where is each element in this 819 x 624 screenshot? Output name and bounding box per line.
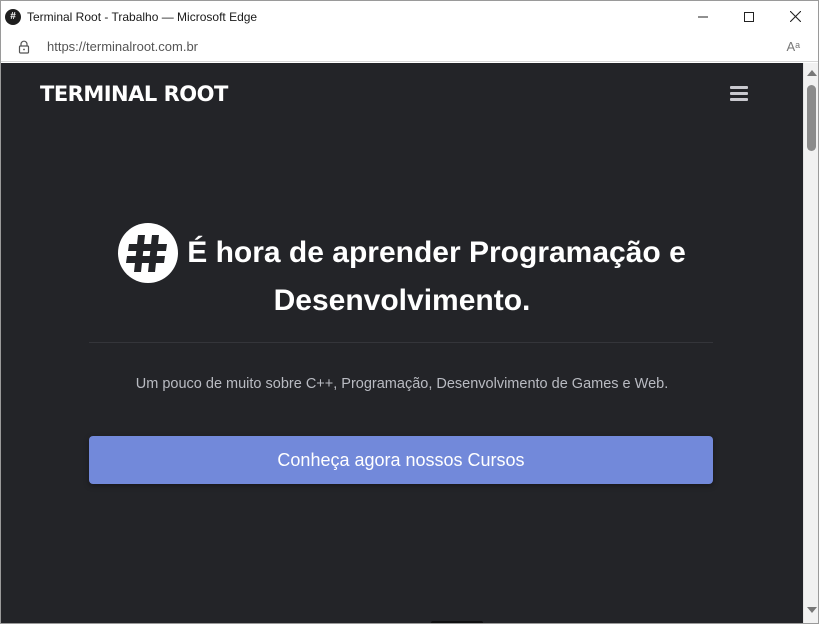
maximize-button[interactable]: [726, 1, 772, 32]
address-bar[interactable]: https://terminalroot.com.br Aᵃ: [1, 32, 818, 62]
hash-logo-icon: [118, 223, 179, 283]
page-viewport: TERMINAL ROOT É hora de aprender Program…: [1, 63, 803, 623]
maximize-icon: [744, 11, 754, 22]
hero-subtitle: Um pouco de muito sobre C++, Programação…: [135, 376, 669, 392]
courses-cta-button[interactable]: Conheça agora nossos Cursos: [89, 436, 713, 484]
minimize-button[interactable]: [680, 1, 726, 32]
window-title: Terminal Root - Trabalho — Microsoft Edg…: [27, 9, 258, 24]
browser-window: # Terminal Root - Trabalho — Microsoft E…: [0, 0, 819, 624]
title-bar: # Terminal Root - Trabalho — Microsoft E…: [1, 1, 818, 32]
close-button[interactable]: [772, 1, 818, 32]
url-text[interactable]: https://terminalroot.com.br: [47, 39, 198, 54]
window-controls: [680, 1, 818, 32]
scroll-down-arrow-icon[interactable]: [807, 607, 817, 613]
hero-heading-line1: É hora de aprender Programação e: [1, 221, 803, 285]
scroll-up-arrow-icon[interactable]: [807, 70, 817, 76]
vertical-scrollbar[interactable]: [803, 63, 818, 623]
divider: [89, 342, 713, 343]
hero-heading-text-cont: Desenvolvimento.: [273, 284, 531, 317]
read-aloud-icon[interactable]: Aᵃ: [786, 39, 800, 54]
hero-heading-text: É hora de aprender Programação e: [187, 236, 686, 269]
lock-icon[interactable]: [17, 40, 31, 54]
hero-heading-line2: Desenvolvimento.: [1, 284, 803, 318]
hamburger-menu-icon[interactable]: [730, 86, 748, 101]
scroll-thumb[interactable]: [807, 85, 816, 151]
close-icon: [789, 11, 801, 22]
favicon-icon: #: [5, 8, 21, 25]
site-brand[interactable]: TERMINAL ROOT: [40, 82, 228, 106]
minimize-icon: [698, 16, 708, 17]
